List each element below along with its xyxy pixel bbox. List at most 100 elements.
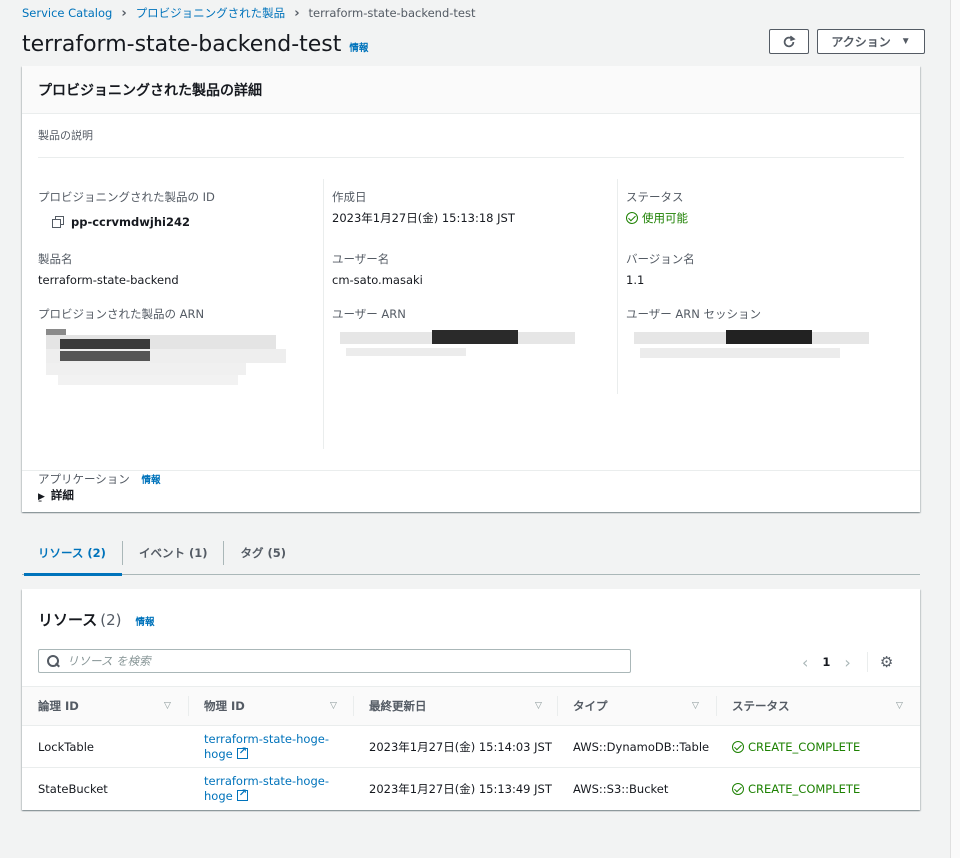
status-cell: CREATE_COMPLETE [732,726,860,768]
details-expand-toggle[interactable]: ▶ 詳細 [22,470,920,519]
breadcrumb: Service Catalog › プロビジョニングされた製品 › terraf… [22,5,476,21]
status-value-wrap: 使用可能 [626,210,688,226]
check-circle-icon [732,783,744,795]
tab-tags[interactable]: タグ (5) [223,541,302,565]
breadcrumb-service-catalog[interactable]: Service Catalog [22,6,112,20]
tabs: リソース (2) イベント (1) タグ (5) [22,532,920,576]
column-status[interactable]: ステータス ▽ [732,687,912,725]
details-panel: プロビジョニングされた製品の詳細 製品の説明 プロビジョニングされた製品の ID… [22,66,920,512]
physical-id-text: terraform-state-hoge-hoge [204,732,329,761]
settings-icon[interactable]: ⚙ [880,653,893,671]
column-label: 物理 ID [204,699,245,713]
details-header: プロビジョニングされた製品の詳細 [22,66,920,114]
column-label: 論理 ID [38,699,79,713]
product-description-label: 製品の説明 [38,129,93,142]
status-text: CREATE_COMPLETE [748,740,861,754]
tab-resources[interactable]: リソース (2) [22,532,122,576]
column-logical-id[interactable]: 論理 ID ▽ [38,687,188,725]
product-name-label: 製品名 [38,252,73,266]
user-arn-label: ユーザー ARN [332,307,406,321]
provisioned-id-value: pp-ccrvmdwjhi242 [71,215,190,229]
check-circle-icon [626,212,638,224]
details-expand-label: 詳細 [50,488,74,502]
column-type[interactable]: タイプ ▽ [573,687,723,725]
sort-icon: ▽ [896,701,903,711]
redacted-user-arn-session [634,326,874,374]
page-title-wrap: terraform-state-backend-test 情報 [22,32,368,57]
breadcrumb-current: terraform-state-backend-test [308,6,476,20]
chevron-right-icon: › [121,5,127,21]
page-scrollbar[interactable] [950,0,960,858]
chevron-right-icon: › [294,5,300,21]
refresh-icon [783,35,796,47]
resources-count: (2) [100,611,122,629]
column-label: タイプ [573,699,608,713]
resources-title: リソース [38,611,98,629]
external-link-icon [236,786,248,801]
resources-panel: リソース (2) 情報 リソース を検索 ‹ 1 › ⚙ 論理 ID ▽ 物理 … [22,589,920,810]
provisioned-id-label: プロビジョニングされた製品の ID [38,190,215,204]
divider [38,157,904,158]
status-cell: CREATE_COMPLETE [732,768,860,810]
resources-info-link[interactable]: 情報 [136,614,155,628]
sort-icon: ▽ [164,701,171,711]
copy-icon[interactable] [52,216,64,228]
table-header: 論理 ID ▽ 物理 ID ▽ 最終更新日 ▽ タイプ ▽ ステータス ▽ [22,686,920,726]
chevron-right-icon[interactable]: › [844,653,850,672]
pagination: ‹ 1 › ⚙ [802,652,893,672]
page-title: terraform-state-backend-test [22,32,342,57]
breadcrumb-provisioned-products[interactable]: プロビジョニングされた製品 [136,5,286,21]
column-divider [557,696,558,716]
column-divider [617,179,618,394]
column-last-updated[interactable]: 最終更新日 ▽ [369,687,559,725]
created-label: 作成日 [332,190,367,204]
resources-title-wrap: リソース (2) 情報 [38,609,155,630]
search-placeholder: リソース を検索 [67,654,151,668]
sort-icon: ▽ [330,701,337,711]
column-divider [323,179,324,449]
type-cell: AWS::DynamoDB::Table [573,740,710,754]
table-row: LockTable terraform-state-hoge-hoge 2023… [22,726,920,768]
type-cell: AWS::S3::Bucket [573,782,669,796]
external-link-icon [236,744,248,759]
search-input[interactable]: リソース を検索 [38,649,631,673]
column-physical-id[interactable]: 物理 ID ▽ [204,687,354,725]
user-arn-session-label: ユーザー ARN セッション [626,307,762,321]
column-divider [716,696,717,716]
status-text: CREATE_COMPLETE [748,782,861,796]
page-info-link[interactable]: 情報 [349,40,368,54]
page-number[interactable]: 1 [822,655,830,669]
action-dropdown-button[interactable]: アクション ▼ [817,29,925,54]
physical-id-link[interactable]: terraform-state-hoge-hoge [204,768,334,810]
column-divider [353,696,354,716]
check-circle-icon [732,741,744,753]
search-icon [47,655,59,667]
logical-id-cell: LockTable [38,740,94,754]
logical-id-cell: StateBucket [38,782,108,796]
version-label: バージョン名 [626,252,695,266]
chevron-left-icon[interactable]: ‹ [802,653,808,672]
status-label: ステータス [626,190,684,204]
action-label: アクション [831,35,891,49]
column-divider [188,696,189,716]
version-value: 1.1 [626,273,645,287]
provisioned-arn-label: プロビジョンされた製品の ARN [38,307,205,321]
table-row: StateBucket terraform-state-hoge-hoge 20… [22,768,920,810]
user-name-label: ユーザー名 [332,252,390,266]
sort-icon: ▽ [535,701,542,711]
refresh-button[interactable] [769,29,809,54]
column-label: ステータス [732,699,790,713]
physical-id-text: terraform-state-hoge-hoge [204,774,329,803]
redacted-provisioned-arn [46,329,286,392]
caret-right-icon: ▶ [38,492,45,502]
physical-id-link[interactable]: terraform-state-hoge-hoge [204,726,334,768]
caret-down-icon: ▼ [900,36,911,47]
status-value: 使用可能 [642,211,688,225]
tab-events[interactable]: イベント (1) [121,541,224,565]
sort-icon: ▽ [692,701,699,711]
updated-cell: 2023年1月27日(金) 15:14:03 JST [369,740,552,754]
created-value: 2023年1月27日(金) 15:13:18 JST [332,211,515,225]
divider [866,652,868,672]
product-name-link[interactable]: terraform-state-backend [38,273,179,287]
redacted-user-arn [340,326,580,369]
